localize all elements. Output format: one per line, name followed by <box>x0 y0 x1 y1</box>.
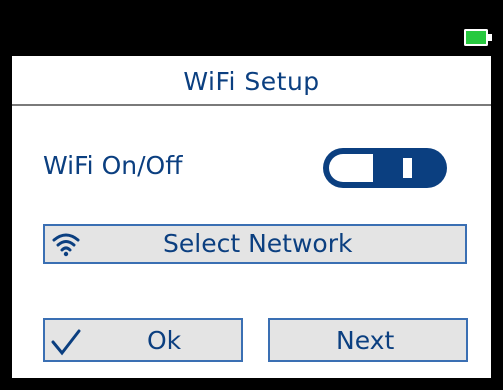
title-bar: WiFi Setup <box>12 56 491 106</box>
ok-button-label: Ok <box>147 326 182 355</box>
battery-full-icon <box>464 29 492 46</box>
page-title: WiFi Setup <box>183 66 320 96</box>
screen: WiFi Setup WiFi On/Off Select Network Ok <box>12 56 491 378</box>
checkmark-icon <box>51 329 81 356</box>
status-bar <box>12 0 492 56</box>
ok-button[interactable]: Ok <box>43 318 243 362</box>
next-button-label: Next <box>336 326 395 355</box>
select-network-label: Select Network <box>163 229 353 258</box>
wifi-toggle[interactable] <box>321 146 449 190</box>
select-network-button[interactable]: Select Network <box>43 224 467 264</box>
device-frame: WiFi Setup WiFi On/Off Select Network Ok <box>0 0 503 390</box>
wifi-toggle-label: WiFi On/Off <box>43 151 183 180</box>
next-button[interactable]: Next <box>268 318 468 362</box>
wifi-icon <box>52 233 80 257</box>
